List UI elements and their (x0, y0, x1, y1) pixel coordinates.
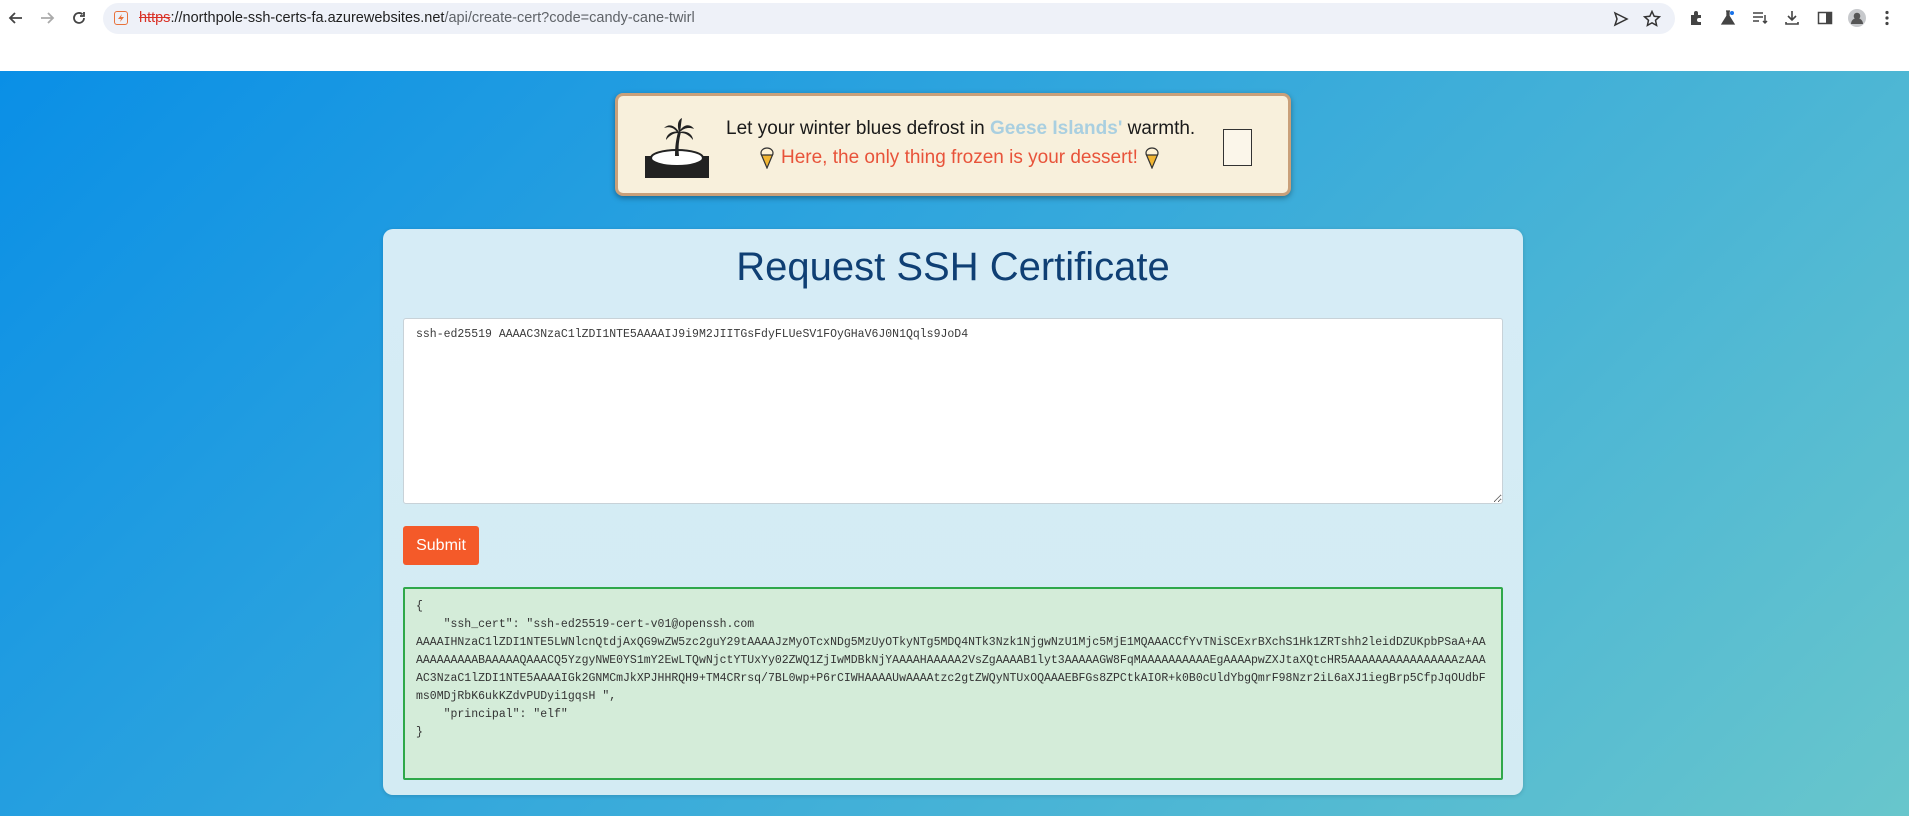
json-ssh-cert-value: AAAAIHNzaC1lZDI1NTE5LWNlcnQtdjAxQG9wZW5z… (416, 636, 1486, 703)
send-to-device-icon[interactable] (1611, 9, 1631, 29)
banner-headline: Let your winter blues defrost in Geese I… (726, 118, 1195, 140)
forward-button[interactable] (35, 6, 59, 30)
url-scheme: https (139, 10, 171, 26)
json-ssh-cert-key: "ssh_cert": "ssh-ed25519-cert-v01@openss… (416, 618, 755, 631)
banner-subline-text: Here, the only thing frozen is your dess… (781, 147, 1138, 168)
browser-toolbar: https://northpole-ssh-certs-fa.azurewebs… (0, 0, 1909, 71)
banner-subline: Here, the only thing frozen is your dess… (759, 147, 1160, 169)
promo-banner: Let your winter blues defrost in Geese I… (615, 93, 1291, 196)
url-path: /api/create-cert?code=candy-cane-twirl (444, 10, 695, 26)
request-cert-card: Request SSH Certificate ssh-ed25519 AAAA… (383, 229, 1523, 795)
certificate-response-box: { "ssh_cert": "ssh-ed25519-cert-v01@open… (403, 587, 1503, 780)
banner-text-after: warmth. (1122, 118, 1196, 139)
json-principal: "principal": "elf" (416, 708, 568, 721)
banner-text-before: Let your winter blues defrost in (726, 118, 991, 139)
palm-island-icon (645, 118, 709, 178)
reload-icon (73, 12, 85, 24)
reading-list-icon[interactable] (1749, 7, 1771, 29)
url-text[interactable]: https://northpole-ssh-certs-fa.azurewebs… (139, 10, 695, 26)
profile-avatar-icon[interactable] (1846, 7, 1868, 29)
back-button[interactable] (4, 6, 28, 30)
ice-cream-icon (1145, 147, 1159, 169)
arrow-left-icon (8, 12, 22, 24)
json-open-brace: { (416, 600, 423, 613)
page-title: Request SSH Certificate (736, 245, 1170, 289)
labs-flask-icon[interactable] (1717, 7, 1739, 29)
public-key-textarea[interactable]: ssh-ed25519 AAAAC3NzaC1lZDI1NTE5AAAAIJ9i… (403, 318, 1503, 504)
ice-cream-icon (760, 147, 774, 169)
banner-highlight: Geese Islands' (990, 118, 1123, 139)
banner-image-placeholder (1223, 129, 1252, 166)
page-background: Let your winter blues defrost in Geese I… (0, 71, 1909, 816)
reload-button[interactable] (67, 6, 91, 30)
menu-kebab-icon[interactable] (1876, 7, 1898, 29)
download-icon[interactable] (1781, 7, 1803, 29)
address-bar[interactable]: https://northpole-ssh-certs-fa.azurewebs… (103, 3, 1675, 34)
url-domain: ://northpole-ssh-certs-fa.azurewebsites.… (170, 10, 445, 26)
arrow-right-icon (41, 12, 55, 24)
submit-button[interactable]: Submit (403, 526, 479, 565)
bookmark-star-icon[interactable] (1642, 9, 1662, 29)
side-panel-icon[interactable] (1814, 7, 1836, 29)
site-info-icon[interactable] (114, 11, 128, 25)
json-close-brace: } (416, 726, 423, 739)
extensions-icon[interactable] (1685, 7, 1707, 29)
